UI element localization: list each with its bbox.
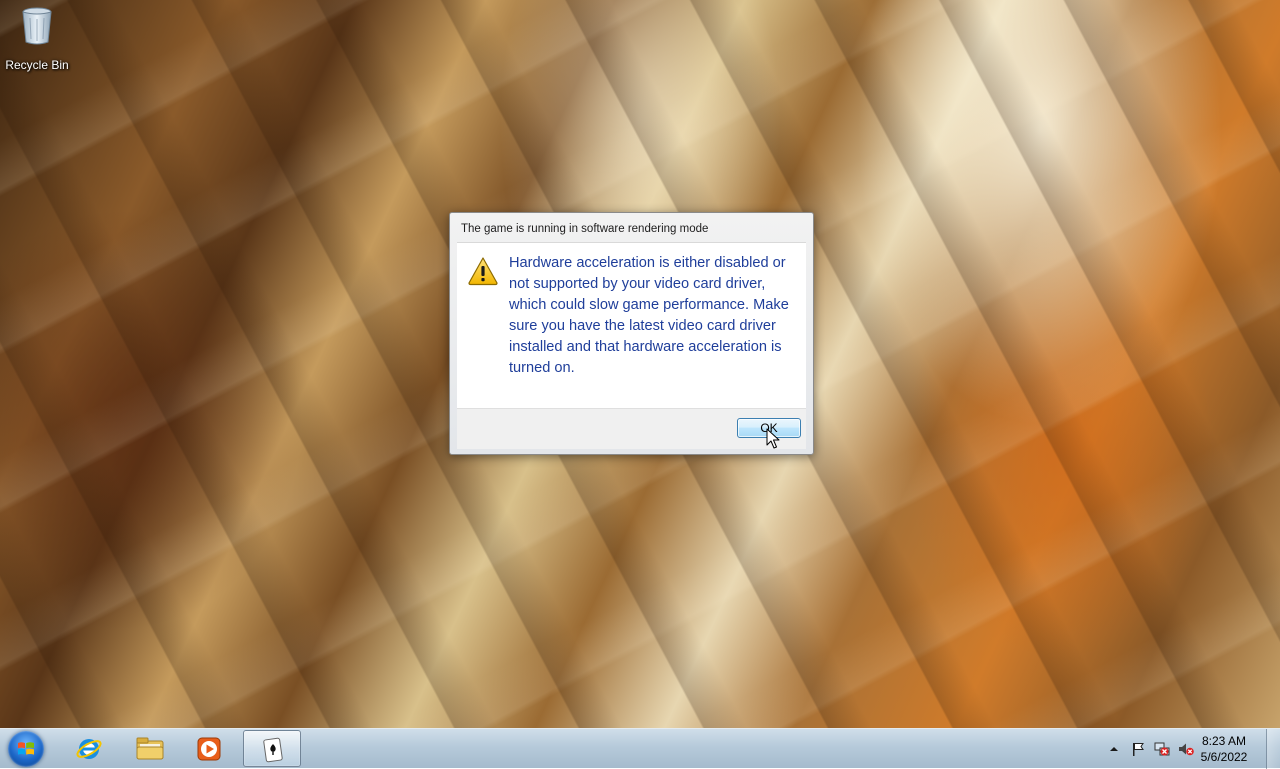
taskbar-solitaire[interactable] (243, 730, 301, 767)
recycle-bin-shortcut[interactable]: Recycle Bin (4, 6, 70, 72)
clock-date: 5/6/2022 (1200, 750, 1248, 764)
taskbar: 8:23 AM 5/6/2022 (0, 728, 1280, 769)
dialog-content: Hardware acceleration is either disabled… (457, 242, 806, 408)
media-player-icon (197, 737, 221, 761)
file-explorer-icon (136, 737, 164, 760)
taskbar-internet-explorer[interactable] (60, 730, 118, 767)
dialog-message: Hardware acceleration is either disabled… (509, 255, 789, 376)
action-center-flag-icon[interactable] (1130, 741, 1146, 757)
dialog-footer: OK (457, 408, 806, 449)
clock-time: 8:23 AM (1201, 734, 1247, 748)
network-icon[interactable] (1154, 741, 1170, 757)
internet-explorer-icon (76, 739, 102, 759)
taskbar-file-explorer[interactable] (120, 730, 178, 767)
windows-start-icon (18, 742, 34, 755)
recycle-bin-icon (21, 6, 53, 46)
solitaire-icon (263, 737, 283, 763)
warning-icon (467, 256, 499, 286)
notification-area: 8:23 AM 5/6/2022 (1090, 729, 1280, 769)
recycle-bin-label: Recycle Bin (5, 58, 69, 72)
show-hidden-icons-arrow[interactable] (1106, 741, 1122, 757)
volume-muted-icon[interactable] (1178, 741, 1194, 757)
mouse-cursor-icon (766, 428, 780, 450)
system-clock[interactable]: 8:23 AM 5/6/2022 (1194, 733, 1254, 765)
taskbar-media-player[interactable] (180, 730, 238, 767)
show-desktop-button[interactable] (1266, 729, 1280, 769)
software-rendering-dialog: The game is running in software renderin… (449, 212, 814, 455)
dialog-title: The game is running in software renderin… (461, 223, 709, 235)
start-button[interactable] (8, 731, 44, 767)
